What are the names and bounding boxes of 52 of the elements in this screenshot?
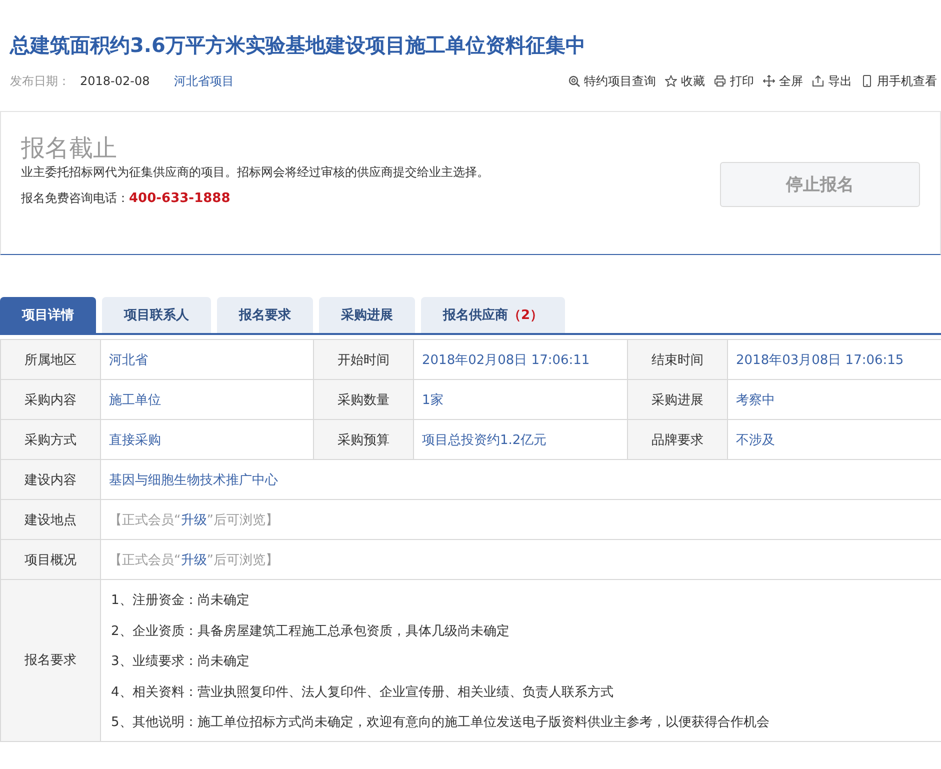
field-value: 项目总投资约1.2亿元 (414, 420, 628, 460)
field-label: 建设内容 (0, 460, 100, 500)
status-title: 报名截止 (21, 134, 118, 162)
star-icon (665, 75, 677, 87)
requirement-item: 4、相关资料：营业执照复印件、法人复印件、企业宣传册、相关业绩、负责人联系方式 (111, 684, 614, 702)
field-value: 1家 (414, 380, 628, 420)
description-text: 业主委托招标网代为征集供应商的项目。招标网会将经过审核的供应商提交给业主选择。 (21, 164, 490, 180)
phone-action[interactable]: 用手机查看 (861, 72, 937, 90)
move-arrows-icon (763, 75, 775, 87)
requirement-item: 3、业绩要求：尚未确定 (111, 653, 250, 671)
field-label: 建设地点 (0, 500, 100, 540)
field-label: 采购数量 (314, 380, 414, 420)
export-icon (812, 75, 824, 87)
upgrade-link[interactable]: 升级 (180, 512, 207, 528)
field-label: 采购进展 (628, 380, 728, 420)
field-label: 项目概况 (0, 540, 100, 580)
page-title: 总建筑面积约3.6万平方米实验基地建设项目施工单位资料征集中 (10, 32, 586, 59)
field-value: 2018年02月08日 17:06:11 (414, 340, 628, 380)
field-value: 直接采购 (100, 420, 314, 460)
publish-date: 2018-02-08 (80, 74, 150, 88)
export-action[interactable]: 导出 (812, 72, 852, 90)
field-label: 采购内容 (0, 380, 100, 420)
tab[interactable]: 报名供应商（2） (421, 297, 566, 333)
requirement-item: 5、其他说明：施工单位招标方式尚未确定，欢迎有意向的施工单位发送电子版资料供业主参考，以便获得合作机会 (111, 714, 770, 732)
field-label: 品牌要求 (628, 420, 728, 460)
hotline-label: 报名免费咨询电话： (21, 191, 129, 205)
field-value: 河北省 (100, 340, 314, 380)
phone-icon (861, 75, 873, 87)
requirement-item: 1、注册资金：尚未确定 (111, 592, 250, 610)
tab[interactable]: 报名要求 (217, 297, 313, 333)
field-label: 采购方式 (0, 420, 100, 460)
printer-icon (714, 75, 726, 87)
field-value: 施工单位 (100, 380, 314, 420)
print-action[interactable]: 打印 (714, 72, 754, 90)
tab[interactable]: 项目联系人 (102, 297, 211, 333)
tab[interactable]: 采购进展 (319, 297, 415, 333)
field-label: 所属地区 (0, 340, 100, 380)
field-label: 开始时间 (314, 340, 414, 380)
date-label: 发布日期： (10, 72, 70, 90)
fullscreen-action[interactable]: 全屏 (763, 72, 803, 90)
region-link[interactable]: 河北省项目 (174, 72, 234, 90)
field-value: 2018年03月08日 17:06:15 (728, 340, 941, 380)
tab[interactable]: 项目详情 (0, 297, 96, 333)
field-label: 采购预算 (314, 420, 414, 460)
search-icon (568, 75, 580, 87)
field-label: 结束时间 (628, 340, 728, 380)
field-label: 报名要求 (0, 580, 100, 741)
hotline-number: 400-633-1888 (129, 191, 230, 206)
requirement-item: 2、企业资质：具备房屋建筑工程施工总承包资质，具体几级尚未确定 (111, 622, 510, 640)
star-action[interactable]: 收藏 (665, 72, 705, 90)
search-action[interactable]: 特约项目查询 (568, 72, 656, 90)
upgrade-link[interactable]: 升级 (180, 552, 207, 568)
